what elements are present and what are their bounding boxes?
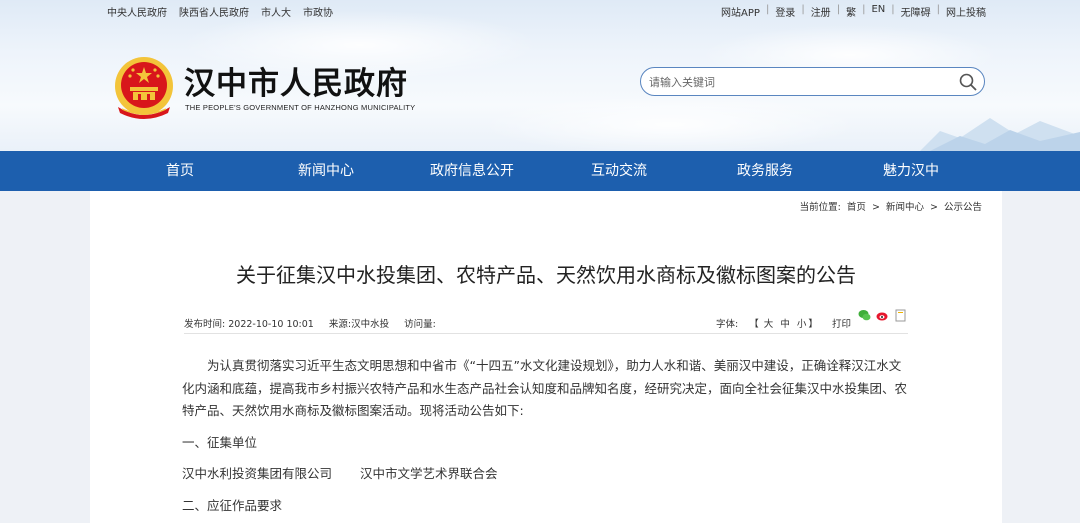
separator: | <box>862 4 866 15</box>
article-panel: 当前位置: 首页 > 新闻中心 > 公示公告 关于征集汉中水投集团、农特产品、天… <box>90 191 1002 523</box>
top-link-traditional[interactable]: 繁 <box>846 4 856 19</box>
top-link-central-gov[interactable]: 中央人民政府 <box>107 4 167 19</box>
top-link-npc[interactable]: 市人大 <box>261 4 291 19</box>
breadcrumb-notices[interactable]: 公示公告 <box>944 202 982 213</box>
top-link-shaanxi-gov[interactable]: 陕西省人民政府 <box>179 4 249 19</box>
top-link-accessibility[interactable]: 无障碍 <box>901 4 931 19</box>
breadcrumb-label: 当前位置: <box>799 202 841 213</box>
nav-services[interactable]: 政务服务 <box>705 151 825 191</box>
font-large-button[interactable]: 大 <box>764 319 774 330</box>
breadcrumb-sep: > <box>871 202 880 213</box>
weibo-share-icon[interactable] <box>876 309 889 322</box>
top-link-cppcc[interactable]: 市政协 <box>303 4 333 19</box>
section-heading: 二、应征作品要求 <box>182 497 283 513</box>
font-label: 字体: <box>716 319 739 330</box>
publish-time: 发布时间: 2022-10-10 10:01 <box>184 319 314 330</box>
search-icon[interactable] <box>958 72 978 92</box>
meta-divider <box>184 333 908 334</box>
top-link-register[interactable]: 注册 <box>811 4 831 19</box>
unit-literature-art: 汉中市文学艺术界联合会 <box>359 466 498 481</box>
article-paragraph: 为认真贯彻落实习近平生态文明思想和中省市《“十四五”水文化建设规划》，助力人水和… <box>182 358 908 418</box>
breadcrumb-news[interactable]: 新闻中心 <box>886 202 924 213</box>
breadcrumb-home[interactable]: 首页 <box>847 202 866 213</box>
separator: | <box>891 4 895 15</box>
unit-water-invest: 汉中水利投资集团有限公司 <box>182 466 333 481</box>
national-emblem-icon <box>115 57 173 119</box>
search-box <box>640 67 985 96</box>
article-source: 来源:汉中水投 <box>328 319 390 330</box>
unit-list: 汉中水利投资集团有限公司 汉中市文学艺术界联合会 <box>182 463 912 486</box>
nav-charm-hanzhong[interactable]: 魅力汉中 <box>851 151 971 191</box>
site-header: 中央人民政府 陕西省人民政府 市人大 市政协 网站APP | 登录 | 注册 |… <box>0 0 1080 151</box>
wechat-share-icon[interactable] <box>858 309 871 322</box>
top-link-submit[interactable]: 网上投稿 <box>946 4 986 19</box>
font-size-control: 字体: 【 大 中 小】 <box>716 316 818 330</box>
font-small-button[interactable]: 小 <box>797 319 807 330</box>
top-links-right: 网站APP | 登录 | 注册 | 繁 | EN | 无障碍 | 网上投稿 <box>721 4 986 19</box>
top-link-login[interactable]: 登录 <box>775 4 795 19</box>
main-nav: 首页 新闻中心 政府信息公开 互动交流 政务服务 魅力汉中 <box>0 151 1080 191</box>
site-subtitle: THE PEOPLE'S GOVERNMENT OF HANZHONG MUNI… <box>185 103 416 112</box>
search-input[interactable] <box>649 74 949 90</box>
breadcrumb: 当前位置: 首页 > 新闻中心 > 公示公告 <box>797 199 982 213</box>
nav-news[interactable]: 新闻中心 <box>266 151 386 191</box>
nav-interaction[interactable]: 互动交流 <box>559 151 679 191</box>
separator: | <box>836 4 841 15</box>
share-icons <box>858 309 907 322</box>
cloud-decoration <box>480 95 860 151</box>
top-link-english[interactable]: EN <box>871 4 885 19</box>
article-meta: 发布时间: 2022-10-10 10:01 来源:汉中水投 访问量: <box>184 316 448 330</box>
print-button[interactable]: 打印 <box>832 316 851 330</box>
top-links-left: 中央人民政府 陕西省人民政府 市人大 市政协 <box>107 4 333 19</box>
article-title: 关于征集汉中水投集团、农特产品、天然饮用水商标及徽标图案的公告 <box>236 263 856 287</box>
site-title[interactable]: 汉中市人民政府 <box>184 58 408 103</box>
font-medium-button[interactable]: 中 <box>780 319 790 330</box>
nav-gov-info[interactable]: 政府信息公开 <box>412 151 532 191</box>
section-heading: 一、征集单位 <box>182 434 258 450</box>
separator: | <box>765 4 770 15</box>
article-body: 为认真贯彻落实习近平生态文明思想和中省市《“十四五”水文化建设规划》，助力人水和… <box>182 355 912 517</box>
separator: | <box>936 4 940 15</box>
copy-share-icon[interactable] <box>894 309 907 322</box>
top-link-app[interactable]: 网站APP <box>721 4 760 19</box>
mountain-decoration <box>920 118 1080 151</box>
nav-home[interactable]: 首页 <box>120 151 240 191</box>
font-size-options: 【 大 中 小】 <box>749 319 818 330</box>
separator: | <box>801 4 805 15</box>
breadcrumb-sep: > <box>929 202 938 213</box>
view-count: 访问量: <box>404 319 436 330</box>
